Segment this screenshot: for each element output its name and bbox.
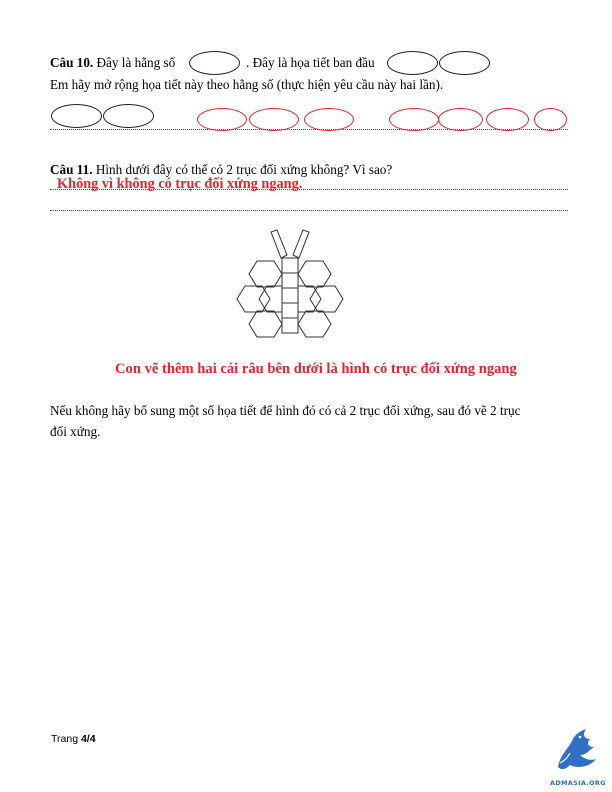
constant-oval-shape xyxy=(189,51,240,75)
initial-pattern-oval-1 xyxy=(387,51,438,75)
q10-line1: Câu 10. Đây là hằng số xyxy=(50,55,175,71)
body-square-4 xyxy=(281,302,299,319)
right-antenna xyxy=(292,229,310,259)
logo-text: ADMASIA.ORG xyxy=(550,779,606,787)
answer-red-oval-3 xyxy=(304,108,354,131)
q11-red-note: Con vẽ thêm hai cái râu bên dưới là hình… xyxy=(115,361,517,377)
body-square-5 xyxy=(281,317,299,334)
hexagon-left-bottom xyxy=(248,310,283,338)
answer-red-oval-6 xyxy=(486,108,529,131)
answer-red-oval-2 xyxy=(249,108,299,131)
answer-dotted-line-q10 xyxy=(50,129,568,130)
hexagon-butterfly-figure xyxy=(236,229,344,338)
q11-follow-line-2: đối xứng. xyxy=(50,424,101,439)
q10-text-constant: Đây là hằng số xyxy=(93,55,176,70)
q11-label: Câu 11. xyxy=(50,162,93,177)
body-square-2 xyxy=(281,272,299,289)
body-square-1 xyxy=(281,257,299,274)
answer-red-oval-5 xyxy=(438,108,483,131)
answer-dotted-line-2 xyxy=(50,210,568,211)
answer-red-oval-7 xyxy=(534,108,567,131)
answer-black-oval-2 xyxy=(103,104,154,128)
q10-label: Câu 10. xyxy=(50,55,94,70)
admasia-logo: ADMASIA.ORG xyxy=(550,727,606,787)
left-antenna xyxy=(270,229,288,259)
q11-text: Hình dưới đây có thể có 2 trục đối xứng … xyxy=(92,162,393,177)
page-prefix: Trang xyxy=(51,733,81,745)
answer-red-oval-1 xyxy=(197,108,247,131)
initial-pattern-oval-2 xyxy=(439,51,490,75)
q11-follow-line-1: Nếu không hãy bổ sung một số họa tiết để… xyxy=(50,403,521,418)
q11-handwritten-answer: Không vì không có trục đối xứng ngang. xyxy=(57,176,303,192)
q10-text-initial-pattern: . Đây là họa tiết ban đầu xyxy=(246,55,375,70)
q10-instruction: Em hãy mở rộng họa tiết này theo hằng số… xyxy=(50,77,444,92)
hexagon-right-top xyxy=(297,260,332,288)
page-number: 4/4 xyxy=(80,733,96,745)
body-square-3 xyxy=(281,287,299,304)
hexagon-right-bottom xyxy=(297,310,332,338)
answer-red-oval-4 xyxy=(389,108,439,131)
dragon-logo-icon xyxy=(558,729,596,770)
hexagon-left-top xyxy=(248,260,283,288)
answer-black-oval-1 xyxy=(51,104,102,128)
page-footer: Trang 4/4 xyxy=(51,733,96,745)
